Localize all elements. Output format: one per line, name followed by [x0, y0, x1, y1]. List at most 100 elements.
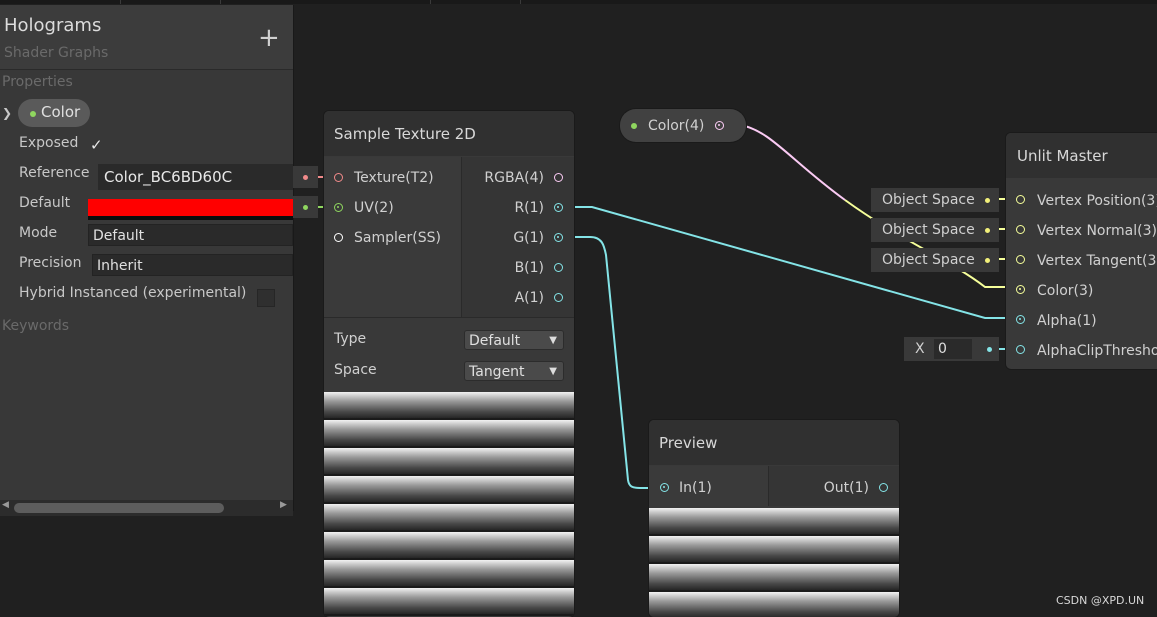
x-label: X — [915, 341, 925, 357]
type-label: Type — [334, 331, 367, 347]
color-property-label: Color(4) — [648, 118, 705, 134]
color-input-label: Color(3) — [1037, 283, 1094, 299]
r-output-label: R(1) — [514, 200, 544, 216]
add-property-icon[interactable]: + — [258, 25, 280, 51]
node-title: Preview — [659, 434, 718, 452]
sample-texture-2d-node[interactable]: Sample Texture 2D Texture(T2) UV(2) Samp… — [324, 111, 574, 617]
vertex-normal-label: Vertex Normal(3) — [1037, 223, 1157, 239]
texture-input-label: Texture(T2) — [354, 170, 434, 186]
preview-node[interactable]: Preview In(1) Out(1) — [649, 420, 899, 617]
alpha-clip-threshold-input[interactable]: X 0 — [904, 337, 999, 361]
in-input-port[interactable] — [660, 483, 669, 492]
vector3-port-dot-icon — [985, 228, 990, 233]
blackboard-title: Holograms — [4, 15, 102, 36]
node-preview-image — [649, 508, 899, 617]
vertex-position-space-input[interactable]: Object Space — [871, 188, 999, 212]
vector-port-dot-icon — [303, 205, 308, 210]
scroll-right-arrow-icon[interactable]: ▶ — [280, 500, 287, 510]
reference-input[interactable]: Color_BC6BD60C — [98, 164, 293, 190]
precision-label: Precision — [19, 255, 82, 271]
texture-property-connector — [293, 166, 318, 188]
rgba-output-label: RGBA(4) — [484, 170, 544, 186]
color-input-port[interactable] — [1016, 285, 1025, 294]
blackboard-header: Holograms Shader Graphs + — [0, 5, 293, 70]
space-value: Tangent — [469, 364, 525, 380]
vector3-port-dot-icon — [985, 198, 990, 203]
vertex-tangent-label: Vertex Tangent(3) — [1037, 253, 1157, 269]
reference-label: Reference — [19, 165, 90, 181]
float-port-dot-icon — [987, 347, 992, 352]
node-header[interactable]: Unlit Master — [1006, 133, 1157, 178]
r-output-port[interactable] — [554, 203, 563, 212]
default-color-field[interactable] — [88, 199, 293, 220]
scrollbar-thumb[interactable] — [14, 503, 224, 513]
hybrid-instanced-checkbox[interactable] — [257, 289, 275, 307]
alpha-clip-threshold-label: AlphaClipThreshold(1) — [1037, 343, 1157, 359]
node-title: Sample Texture 2D — [334, 125, 476, 143]
default-label: Default — [19, 195, 71, 211]
dropdown-arrow-icon: ▼ — [549, 366, 557, 377]
rgba-output-port[interactable] — [554, 173, 563, 182]
blackboard-panel: Holograms Shader Graphs + Properties ❯ C… — [0, 5, 294, 516]
edge-color-to-master-color-pink — [739, 124, 846, 201]
out-output-port[interactable] — [879, 483, 888, 492]
g-output-port[interactable] — [554, 233, 563, 242]
space-value: Object Space — [882, 252, 975, 268]
watermark-text: CSDN @XPD.UN — [1056, 594, 1145, 607]
blackboard-subtitle: Shader Graphs — [4, 45, 109, 61]
b-output-label: B(1) — [514, 260, 544, 276]
vertex-normal-space-input[interactable]: Object Space — [871, 218, 999, 242]
alpha-clip-value-field[interactable]: 0 — [934, 339, 972, 359]
node-header[interactable]: Preview — [649, 420, 899, 465]
alpha-input-label: Alpha(1) — [1037, 313, 1097, 329]
vertex-tangent-space-input[interactable]: Object Space — [871, 248, 999, 272]
unlit-master-node[interactable]: Unlit Master Vertex Position(3) Vertex N… — [1006, 133, 1157, 369]
out-output-label: Out(1) — [823, 480, 869, 496]
uv-input-port[interactable] — [334, 203, 343, 212]
vector-port-dot-icon — [30, 111, 36, 117]
a-output-port[interactable] — [554, 293, 563, 302]
uv-input-label: UV(2) — [354, 200, 394, 216]
chevron-down-icon[interactable]: ❯ — [2, 106, 12, 120]
alpha-clip-threshold-port[interactable] — [1016, 345, 1025, 354]
in-input-label: In(1) — [679, 480, 712, 496]
vertex-position-label: Vertex Position(3) — [1037, 193, 1157, 209]
vertex-position-port[interactable] — [1016, 195, 1025, 204]
node-header[interactable]: Sample Texture 2D — [324, 111, 574, 156]
keywords-section-label: Keywords — [2, 318, 70, 334]
node-settings-area: Type Default ▼ Space Tangent ▼ — [324, 317, 574, 392]
exposed-label: Exposed — [19, 135, 79, 151]
scroll-left-arrow-icon[interactable]: ◀ — [2, 500, 9, 510]
space-dropdown[interactable]: Tangent ▼ — [464, 361, 564, 381]
edge-color-to-master-color-yellow — [844, 199, 1018, 288]
node-title: Unlit Master — [1017, 147, 1108, 165]
horizontal-scrollbar[interactable]: ◀ ▶ — [0, 500, 293, 516]
type-dropdown[interactable]: Default ▼ — [464, 330, 564, 350]
color-property-node[interactable]: Color(4) — [620, 109, 746, 142]
b-output-port[interactable] — [554, 263, 563, 272]
mode-label: Mode — [19, 225, 58, 241]
property-name: Color — [41, 103, 81, 121]
space-value: Object Space — [882, 222, 975, 238]
texture-input-port[interactable] — [334, 173, 343, 182]
sampler-input-label: Sampler(SS) — [354, 230, 441, 246]
vertex-normal-port[interactable] — [1016, 225, 1025, 234]
a-output-label: A(1) — [514, 290, 544, 306]
property-color-pill[interactable]: Color — [18, 99, 90, 127]
alpha-input-port[interactable] — [1016, 315, 1025, 324]
sampler-input-port[interactable] — [334, 233, 343, 242]
type-value: Default — [469, 333, 521, 349]
mode-dropdown[interactable]: Default — [88, 224, 293, 246]
hybrid-instanced-label: Hybrid Instanced (experimental) — [19, 285, 247, 301]
vertex-tangent-port[interactable] — [1016, 255, 1025, 264]
node-preview-image — [324, 392, 574, 616]
precision-dropdown[interactable]: Inherit — [92, 254, 293, 276]
texture-port-dot-icon — [303, 175, 308, 180]
color-output-port[interactable] — [715, 121, 724, 130]
space-value: Object Space — [882, 192, 975, 208]
exposed-checkbox[interactable]: ✓ — [90, 136, 103, 154]
vector3-port-dot-icon — [985, 258, 990, 263]
vector-port-dot-icon — [631, 123, 637, 129]
dropdown-arrow-icon: ▼ — [549, 335, 557, 346]
uv-property-connector — [293, 196, 318, 218]
